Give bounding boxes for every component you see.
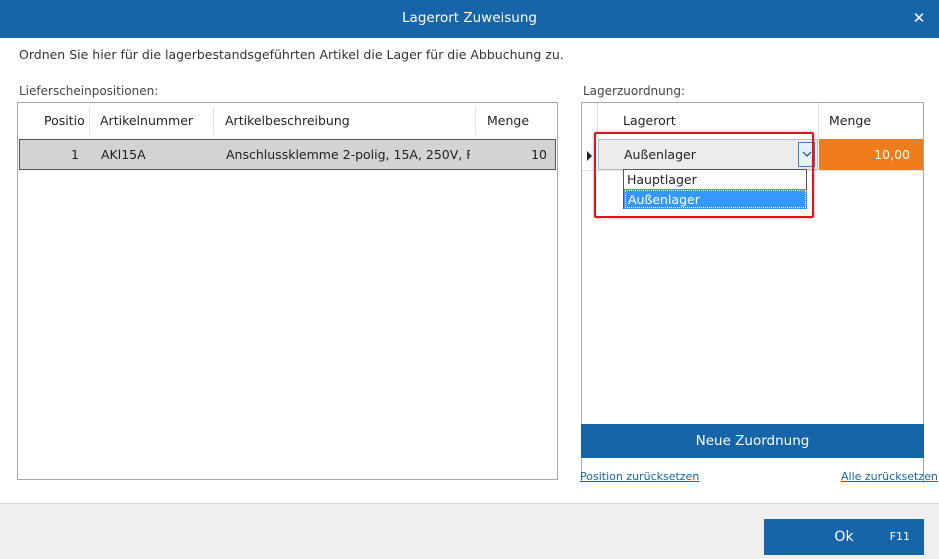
chevron-down-icon xyxy=(802,151,812,157)
column-divider xyxy=(213,107,214,135)
assigned-quantity-cell[interactable]: 10,00 xyxy=(819,139,923,170)
lagerort-combobox[interactable]: Außenlager xyxy=(598,139,818,170)
new-assignment-button[interactable]: Neue Zuordnung xyxy=(581,424,924,458)
column-header-artikelnummer[interactable]: Artikelnummer xyxy=(100,103,210,139)
column-divider xyxy=(597,103,598,139)
grid-header: Positio Artikelnummer Artikelbeschreibun… xyxy=(18,103,557,139)
close-icon[interactable]: ✕ xyxy=(899,0,939,38)
window-title: Lagerort Zuweisung xyxy=(402,10,537,26)
cell-position: 1 xyxy=(71,147,79,162)
column-header-lagerort[interactable]: Lagerort xyxy=(623,103,676,139)
column-divider xyxy=(89,107,90,135)
lagerort-value: Außenlager xyxy=(624,147,696,162)
column-header-artikelbeschreibung[interactable]: Artikelbeschreibung xyxy=(225,103,425,139)
reset-position-link[interactable]: Position zurücksetzen xyxy=(580,470,699,483)
cell-artikelbeschreibung: Anschlussklemme 2-polig, 15A, 250V, Ras xyxy=(226,147,470,162)
reset-all-link[interactable]: Alle zurücksetzen xyxy=(841,470,938,483)
lagerort-dropdown-list[interactable]: Hauptlager Außenlager xyxy=(623,169,807,209)
row-indicator-icon xyxy=(587,151,592,161)
column-header-menge[interactable]: Menge xyxy=(829,103,871,139)
ok-button[interactable]: Ok F11 xyxy=(764,519,924,555)
dropdown-button[interactable] xyxy=(798,142,815,167)
dialog-footer: Ok F11 xyxy=(0,503,939,559)
right-panel-label: Lagerzuordnung: xyxy=(583,84,686,98)
instruction-text: Ordnen Sie hier für die lagerbestandsgef… xyxy=(19,47,564,62)
dropdown-option-aussenlager[interactable]: Außenlager xyxy=(624,189,807,209)
delivery-items-grid[interactable]: Positio Artikelnummer Artikelbeschreibun… xyxy=(17,102,558,480)
column-divider xyxy=(475,107,476,135)
column-divider xyxy=(818,103,819,139)
dropdown-option-hauptlager[interactable]: Hauptlager xyxy=(625,171,806,189)
title-bar: Lagerort Zuweisung ✕ xyxy=(0,0,939,38)
column-header-menge[interactable]: Menge xyxy=(487,103,547,139)
cell-artikelnummer: AKl15A xyxy=(101,147,146,162)
cell-menge: 10 xyxy=(531,147,547,162)
ok-shortcut-key: F11 xyxy=(889,530,910,543)
table-row[interactable]: 1 AKl15A Anschlussklemme 2-polig, 15A, 2… xyxy=(19,139,556,170)
left-panel-label: Lieferscheinpositionen: xyxy=(19,84,159,98)
column-header-position[interactable]: Positio xyxy=(44,103,88,139)
